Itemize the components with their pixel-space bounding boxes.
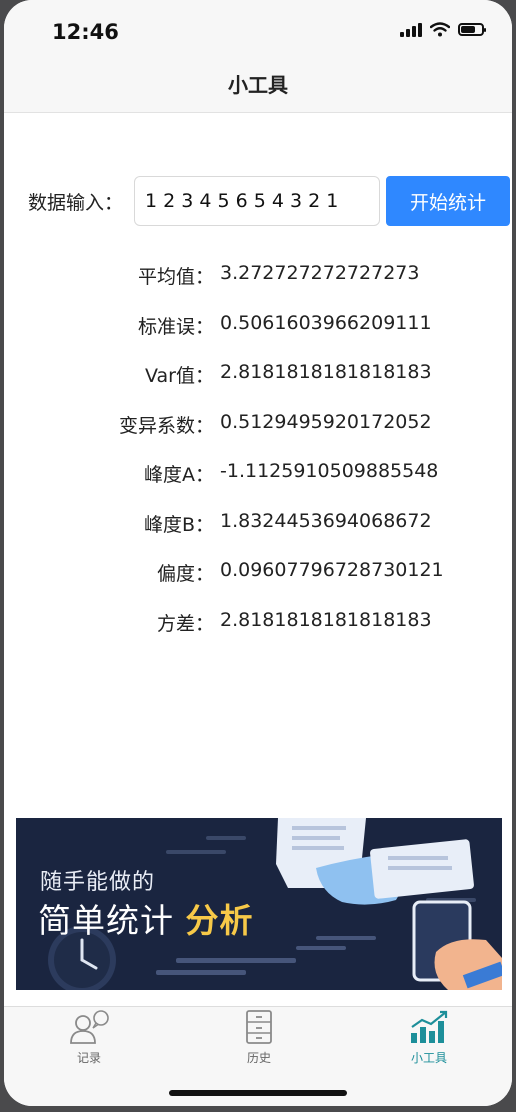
result-value: 2.8181818181818183 [220,361,432,383]
tab-tools[interactable]: 小工具 [379,1009,479,1066]
result-row-skewness: 偏度： 0.09607796728730121 [4,547,512,597]
result-value: 2.8181818181818183 [220,608,432,631]
chart-icon [411,1010,448,1043]
data-input-field[interactable] [134,176,380,226]
result-label: 标准误： [137,315,214,338]
user-chat-icon [70,1010,109,1044]
battery-icon [458,23,486,36]
result-label: 变异系数： [118,414,214,437]
banner-title: 简单统计 分析 [38,894,254,942]
tab-history[interactable]: 历史 [209,1009,309,1066]
tab-records[interactable]: 记录 [39,1009,139,1066]
result-row-var: Var值： 2.8181818181818183 [4,349,512,399]
phone-screen: 12:46 小工具 数据输入： 开始统计 平均值： 3.272727272727… [4,0,512,1106]
result-row-kurtosis-a: 峰度A： -1.1125910509885548 [4,448,512,498]
signal-icon [400,22,422,37]
banner-subtitle: 随手能做的 [40,870,156,895]
result-value: -1.1125910509885548 [220,460,439,482]
result-label: 峰度B： [143,513,214,536]
result-value: 0.5129495920172052 [220,410,432,433]
status-icons [400,22,486,37]
result-row-mean: 平均值： 3.272727272727273 [4,250,512,300]
result-row-standard-error: 标准误： 0.5061603966209111 [4,300,512,350]
tab-label: 历史 [246,1051,271,1065]
result-label: Var值： [145,365,214,387]
result-row-coefficient-of-variation: 变异系数： 0.5129495920172052 [4,399,512,449]
tab-label: 记录 [76,1051,101,1065]
cabinet-icon [246,1010,272,1044]
result-label: 峰度A： [144,464,214,486]
result-value: 0.5061603966209111 [220,311,432,334]
phone-in-hand-icon [412,900,502,990]
tab-label: 小工具 [410,1051,447,1065]
banner-title-text: 简单统计 [38,901,186,940]
banner-title-highlight: 分析 [185,901,254,940]
page-title: 小工具 [228,73,288,97]
data-input-row: 数据输入： 开始统计 [4,176,512,226]
result-value: 1.8324453694068672 [220,509,432,532]
start-stats-button[interactable]: 开始统计 [386,176,510,226]
status-bar: 12:46 [4,0,512,60]
result-label: 平均值： [137,266,214,288]
status-time: 12:46 [52,20,119,44]
result-label: 方差： [156,612,214,635]
result-value: 3.272727272727273 [220,262,420,284]
document-icon [276,818,474,905]
wifi-icon [430,22,450,37]
home-indicator [169,1090,347,1096]
data-input-label: 数据输入： [28,192,124,214]
results-list: 平均值： 3.272727272727273 标准误： 0.5061603966… [4,250,512,646]
result-label: 偏度： [156,563,214,585]
result-row-variance: 方差： 2.8181818181818183 [4,597,512,647]
result-value: 0.09607796728730121 [220,559,444,581]
result-row-kurtosis-b: 峰度B： 1.8324453694068672 [4,498,512,548]
navigation-bar: 小工具 [4,60,512,113]
promo-banner[interactable]: 随手能做的 简单统计 分析 [16,818,502,990]
